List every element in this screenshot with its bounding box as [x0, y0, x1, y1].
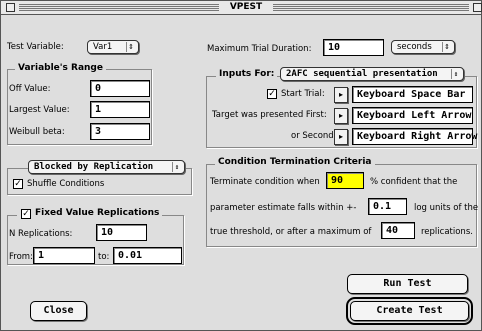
max-replications-field[interactable]: 40 — [381, 222, 415, 239]
second-key-button[interactable]: ▸ — [334, 129, 348, 145]
inputs-mode-value: 2AFC sequential presentation — [286, 69, 438, 79]
zoom-box-icon[interactable] — [473, 3, 482, 12]
blocking-value: Blocked by Replication — [34, 162, 154, 172]
create-test-button[interactable]: Create Test — [346, 297, 473, 325]
second-label: or Second: — [291, 131, 337, 141]
popup-arrows-icon: ⇕ — [442, 42, 451, 52]
max-duration-label: Maximum Trial Duration: — [207, 44, 312, 54]
inputs-mode-popup[interactable]: 2AFC sequential presentation ⇕ — [280, 67, 464, 81]
termination-line3-prefix: true threshold, or after a maximum of — [210, 227, 372, 237]
close-box-icon[interactable] — [6, 3, 15, 12]
popup-arrows-icon: ⇕ — [451, 69, 460, 79]
shuffle-checkbox[interactable]: ✓ — [13, 179, 23, 189]
off-value-label: Off Value: — [9, 84, 51, 94]
start-trial-checkbox[interactable]: ✓ — [267, 89, 277, 99]
run-test-button[interactable]: Run Test — [347, 274, 468, 294]
shuffle-label: Shuffle Conditions — [27, 179, 105, 189]
close-button[interactable]: Close — [30, 301, 87, 321]
target-first-key-button[interactable]: ▸ — [334, 108, 348, 124]
termination-line1-suffix: % confident that the — [370, 177, 458, 187]
start-trial-key-field[interactable]: Keyboard Space Bar — [352, 86, 473, 103]
variable-range-title: Variable's Range — [15, 63, 106, 73]
inputs-title: Inputs For: — [216, 69, 278, 79]
second-key-field[interactable]: Keyboard Right Arrow — [352, 128, 477, 145]
n-replications-field[interactable]: 10 — [96, 224, 147, 241]
title-stripes-right — [273, 4, 469, 11]
duration-unit-popup[interactable]: seconds ⇕ — [391, 40, 455, 54]
largest-value-field[interactable]: 1 — [90, 101, 150, 118]
window-title: VPEST — [219, 2, 273, 12]
start-trial-label: Start Trial: — [281, 89, 325, 99]
termination-title: Condition Termination Criteria — [215, 157, 375, 167]
to-field[interactable]: 0.01 — [113, 247, 182, 264]
popup-arrows-icon: ⇕ — [126, 42, 135, 52]
popup-arrows-icon: ⇕ — [172, 162, 181, 172]
from-label: From: — [9, 252, 33, 262]
largest-value-label: Largest Value: — [9, 105, 70, 115]
target-first-label: Target was presented First: — [212, 110, 327, 120]
termination-line2-prefix: parameter estimate falls within +- — [210, 203, 357, 213]
termination-line2-suffix: log units of the — [414, 203, 479, 213]
max-duration-field[interactable]: 10 — [323, 39, 384, 56]
n-replications-label: N Replications: — [9, 229, 73, 239]
title-stripes-left — [19, 4, 219, 11]
blocking-popup[interactable]: Blocked by Replication ⇕ — [28, 160, 185, 174]
fixed-value-title: Fixed Value Replications — [17, 208, 163, 218]
target-first-key-field[interactable]: Keyboard Left Arrow — [352, 107, 473, 124]
confidence-field[interactable]: 90 — [326, 172, 364, 189]
from-field[interactable]: 1 — [33, 247, 95, 264]
test-variable-value: Var1 — [93, 42, 113, 52]
start-trial-key-button[interactable]: ▸ — [334, 87, 348, 103]
weibull-label: Weibull beta: — [9, 127, 65, 137]
to-label: to: — [98, 252, 110, 262]
test-variable-popup[interactable]: Var1 ⇕ — [87, 40, 139, 54]
termination-line1-prefix: Terminate condition when — [210, 177, 320, 187]
title-bar[interactable]: VPEST — [1, 1, 482, 15]
test-variable-label: Test Variable: — [7, 42, 64, 52]
fixed-value-checkbox[interactable]: ✓ — [21, 209, 31, 219]
termination-line3-suffix: replications. — [421, 227, 473, 237]
duration-unit-value: seconds — [397, 42, 432, 52]
log-units-field[interactable]: 0.1 — [368, 198, 407, 215]
vpest-window: VPEST Test Variable: Var1 ⇕ Variable's R… — [0, 0, 482, 331]
weibull-field[interactable]: 3 — [90, 123, 150, 140]
off-value-field[interactable]: 0 — [90, 80, 150, 97]
